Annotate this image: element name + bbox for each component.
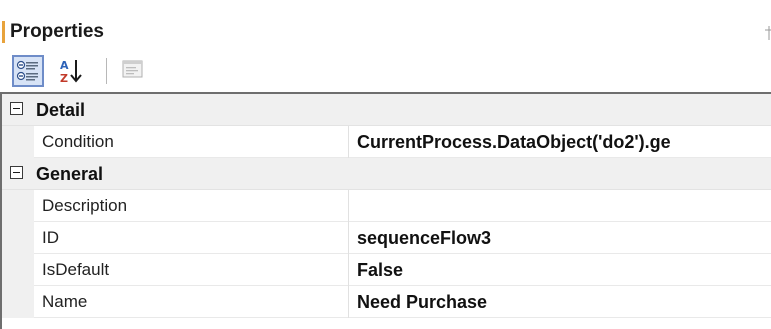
property-name: Name (42, 292, 88, 311)
property-row-condition[interactable]: Condition CurrentProcess.DataObject('do2… (2, 126, 771, 158)
category-label: General (36, 164, 104, 184)
row-margin (2, 126, 34, 158)
property-pages-button[interactable] (118, 55, 150, 87)
category-row-detail[interactable]: Detail (2, 94, 771, 126)
row-margin (2, 286, 34, 318)
property-name: IsDefault (42, 260, 110, 279)
property-value[interactable]: Need Purchase (357, 290, 771, 314)
property-grid: Detail Condition CurrentProcess.DataObje… (0, 94, 771, 329)
property-name: ID (42, 228, 59, 247)
svg-text:Z: Z (60, 72, 68, 85)
categorized-view-button[interactable] (12, 55, 44, 87)
sort-az-icon: A Z (60, 59, 82, 85)
property-row-isdefault[interactable]: IsDefault False (2, 254, 771, 286)
row-margin (2, 190, 34, 222)
property-value[interactable]: sequenceFlow3 (357, 226, 771, 250)
row-margin (2, 222, 34, 254)
title-accent-bar (2, 21, 5, 43)
column-divider (348, 254, 349, 286)
category-label: Detail (36, 100, 86, 120)
column-divider (348, 222, 349, 254)
property-value[interactable]: False (357, 258, 771, 282)
property-row-description[interactable]: Description (2, 190, 771, 222)
property-row-id[interactable]: ID sequenceFlow3 (2, 222, 771, 254)
category-row-general[interactable]: General (2, 158, 771, 190)
toolbar-separator (106, 58, 107, 84)
row-margin (2, 254, 34, 286)
properties-toolbar: A Z (0, 50, 771, 94)
panel-titlebar: Properties (0, 14, 771, 50)
property-row-name[interactable]: Name Need Purchase (2, 286, 771, 318)
svg-text:A: A (60, 59, 69, 72)
collapse-icon[interactable] (10, 102, 23, 115)
column-divider (348, 190, 349, 222)
property-name: Condition (42, 132, 114, 151)
alphabetical-sort-button[interactable]: A Z (56, 55, 88, 87)
column-divider (348, 286, 349, 318)
pin-icon[interactable] (763, 24, 771, 42)
column-divider (348, 126, 349, 158)
property-name: Description (42, 196, 128, 215)
property-pages-icon (122, 60, 143, 78)
categorized-view-icon (16, 60, 38, 81)
panel-title: Properties (10, 21, 104, 42)
properties-panel: Properties A Z Detail Condition CurrentP… (0, 0, 771, 329)
property-value[interactable]: CurrentProcess.DataObject('do2').ge (357, 130, 771, 154)
collapse-icon[interactable] (10, 166, 23, 179)
